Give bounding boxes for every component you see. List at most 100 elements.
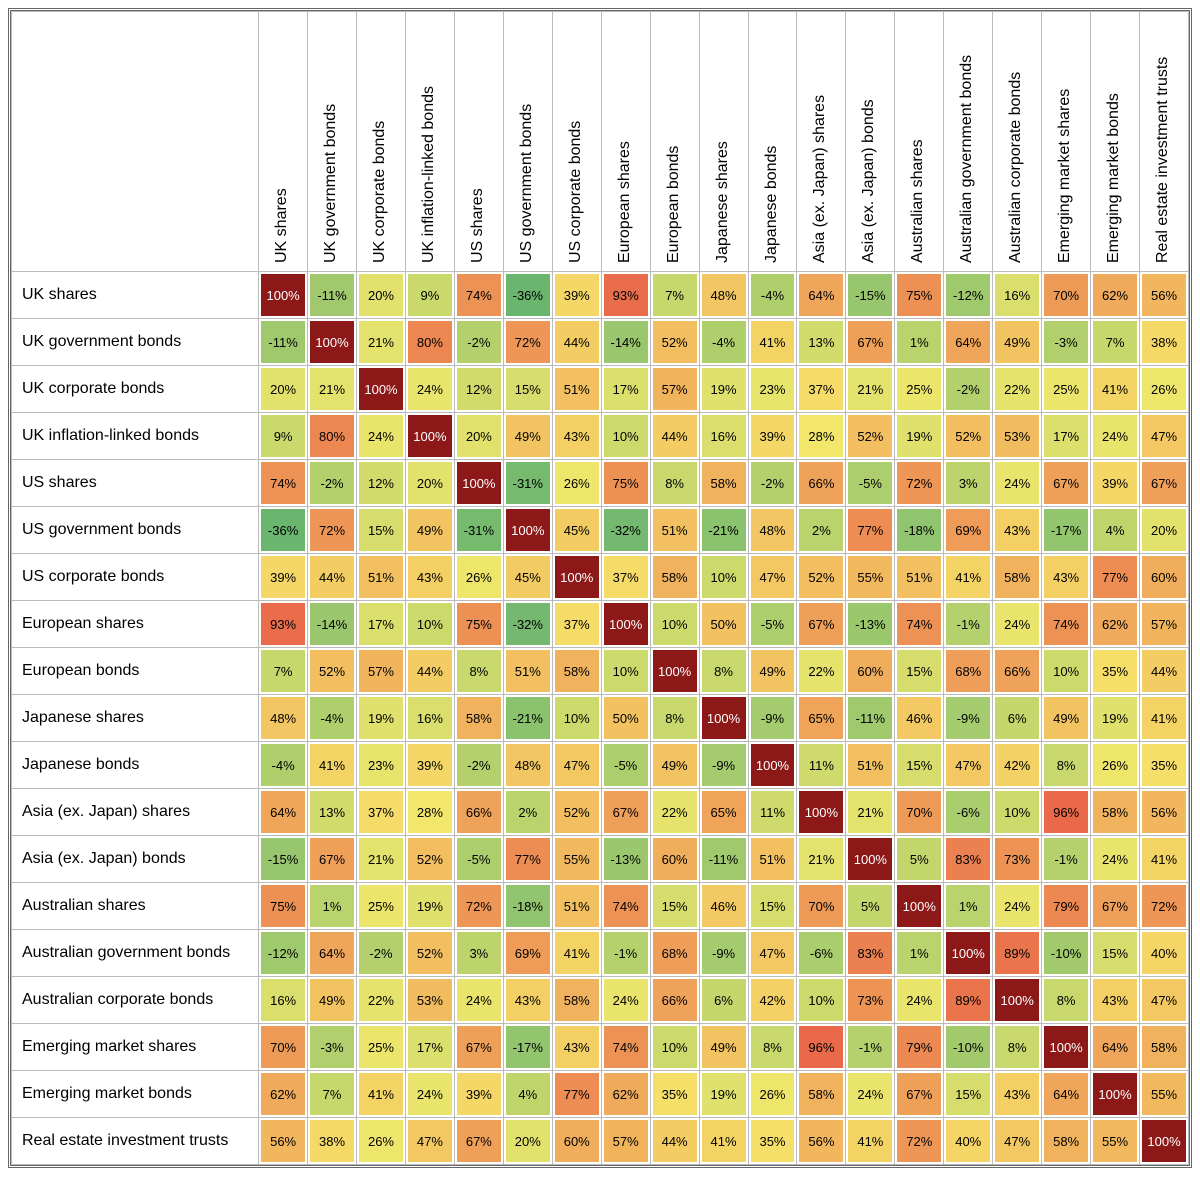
- heatmap-cell: 39%: [1091, 460, 1140, 507]
- cell-value: 8%: [653, 462, 697, 504]
- cell-value: 46%: [702, 885, 746, 927]
- cell-value: 8%: [1044, 979, 1088, 1021]
- cell-value: 39%: [555, 274, 599, 316]
- heatmap-cell: 66%: [797, 460, 846, 507]
- heatmap-cell: 66%: [993, 648, 1042, 695]
- cell-value: 100%: [457, 462, 501, 504]
- cell-value: 22%: [359, 979, 403, 1021]
- heatmap-cell: 37%: [601, 554, 650, 601]
- cell-value: 67%: [457, 1026, 501, 1068]
- heatmap-cell: 100%: [1140, 1118, 1189, 1165]
- row-header: Australian corporate bonds: [12, 977, 259, 1024]
- col-header: Emerging market shares: [1042, 12, 1091, 272]
- cell-value: 10%: [604, 415, 648, 457]
- heatmap-cell: 39%: [552, 272, 601, 319]
- heatmap-cell: 73%: [846, 977, 895, 1024]
- heatmap-cell: 24%: [993, 460, 1042, 507]
- cell-value: 15%: [1093, 932, 1137, 974]
- cell-value: 47%: [751, 932, 795, 974]
- row-header: European shares: [12, 601, 259, 648]
- heatmap-cell: 35%: [1140, 742, 1189, 789]
- row-header: US corporate bonds: [12, 554, 259, 601]
- table-row: UK shares100%-11%20%9%74%-36%39%93%7%48%…: [12, 272, 1189, 319]
- cell-value: 35%: [1093, 650, 1137, 692]
- cell-value: 68%: [653, 932, 697, 974]
- cell-value: 52%: [653, 321, 697, 363]
- heatmap-cell: 60%: [846, 648, 895, 695]
- cell-value: 17%: [1044, 415, 1088, 457]
- cell-value: -4%: [261, 744, 305, 786]
- heatmap-cell: 74%: [895, 601, 944, 648]
- cell-value: 50%: [604, 697, 648, 739]
- heatmap-cell: 48%: [259, 695, 308, 742]
- cell-value: 15%: [653, 885, 697, 927]
- cell-value: 10%: [653, 1026, 697, 1068]
- cell-value: 100%: [799, 791, 843, 833]
- col-header-label: Australian government bonds: [958, 13, 976, 263]
- cell-value: 24%: [604, 979, 648, 1021]
- heatmap-cell: 100%: [797, 789, 846, 836]
- heatmap-cell: 2%: [503, 789, 552, 836]
- cell-value: 44%: [653, 415, 697, 457]
- cell-value: -1%: [848, 1026, 892, 1068]
- heatmap-cell: -2%: [944, 366, 993, 413]
- cell-value: 67%: [1142, 462, 1186, 504]
- heatmap-cell: 58%: [552, 648, 601, 695]
- heatmap-cell: 37%: [797, 366, 846, 413]
- heatmap-cell: 8%: [1042, 977, 1091, 1024]
- row-header: UK shares: [12, 272, 259, 319]
- cell-value: 21%: [848, 368, 892, 410]
- cell-value: 62%: [1093, 603, 1137, 645]
- cell-value: 8%: [653, 697, 697, 739]
- heatmap-cell: 57%: [650, 366, 699, 413]
- heatmap-cell: 16%: [993, 272, 1042, 319]
- heatmap-cell: 55%: [1091, 1118, 1140, 1165]
- heatmap-cell: 2%: [797, 507, 846, 554]
- heatmap-cell: 65%: [699, 789, 748, 836]
- cell-value: 74%: [604, 885, 648, 927]
- cell-value: 12%: [457, 368, 501, 410]
- cell-value: 6%: [995, 697, 1039, 739]
- cell-value: 24%: [995, 603, 1039, 645]
- heatmap-cell: 60%: [552, 1118, 601, 1165]
- heatmap-cell: 44%: [650, 413, 699, 460]
- cell-value: -31%: [506, 462, 550, 504]
- cell-value: 25%: [897, 368, 941, 410]
- heatmap-cell: -6%: [944, 789, 993, 836]
- cell-value: 17%: [359, 603, 403, 645]
- cell-value: -32%: [604, 509, 648, 551]
- heatmap-cell: 46%: [699, 883, 748, 930]
- heatmap-cell: 8%: [454, 648, 503, 695]
- heatmap-cell: 50%: [699, 601, 748, 648]
- cell-value: 100%: [310, 321, 354, 363]
- cell-value: 58%: [555, 650, 599, 692]
- heatmap-cell: 79%: [895, 1024, 944, 1071]
- cell-value: -5%: [848, 462, 892, 504]
- table-row: US corporate bonds39%44%51%43%26%45%100%…: [12, 554, 1189, 601]
- cell-value: 55%: [848, 556, 892, 598]
- heatmap-cell: 100%: [454, 460, 503, 507]
- cell-value: 43%: [1044, 556, 1088, 598]
- cell-value: 48%: [702, 274, 746, 316]
- cell-value: -14%: [604, 321, 648, 363]
- heatmap-cell: 8%: [1042, 742, 1091, 789]
- cell-value: 40%: [1142, 932, 1186, 974]
- cell-value: 26%: [751, 1073, 795, 1115]
- cell-value: -13%: [848, 603, 892, 645]
- cell-value: 19%: [702, 368, 746, 410]
- cell-value: 72%: [457, 885, 501, 927]
- cell-value: 74%: [897, 603, 941, 645]
- heatmap-cell: 49%: [1042, 695, 1091, 742]
- heatmap-cell: 26%: [552, 460, 601, 507]
- cell-value: 19%: [897, 415, 941, 457]
- heatmap-cell: -2%: [454, 319, 503, 366]
- heatmap-cell: 67%: [454, 1118, 503, 1165]
- heatmap-cell: 7%: [1091, 319, 1140, 366]
- col-header: Japanese bonds: [748, 12, 797, 272]
- cell-value: 70%: [799, 885, 843, 927]
- col-header-label: Emerging market bonds: [1105, 13, 1123, 263]
- cell-value: 10%: [799, 979, 843, 1021]
- cell-value: 57%: [359, 650, 403, 692]
- cell-value: 53%: [408, 979, 452, 1021]
- cell-value: -18%: [506, 885, 550, 927]
